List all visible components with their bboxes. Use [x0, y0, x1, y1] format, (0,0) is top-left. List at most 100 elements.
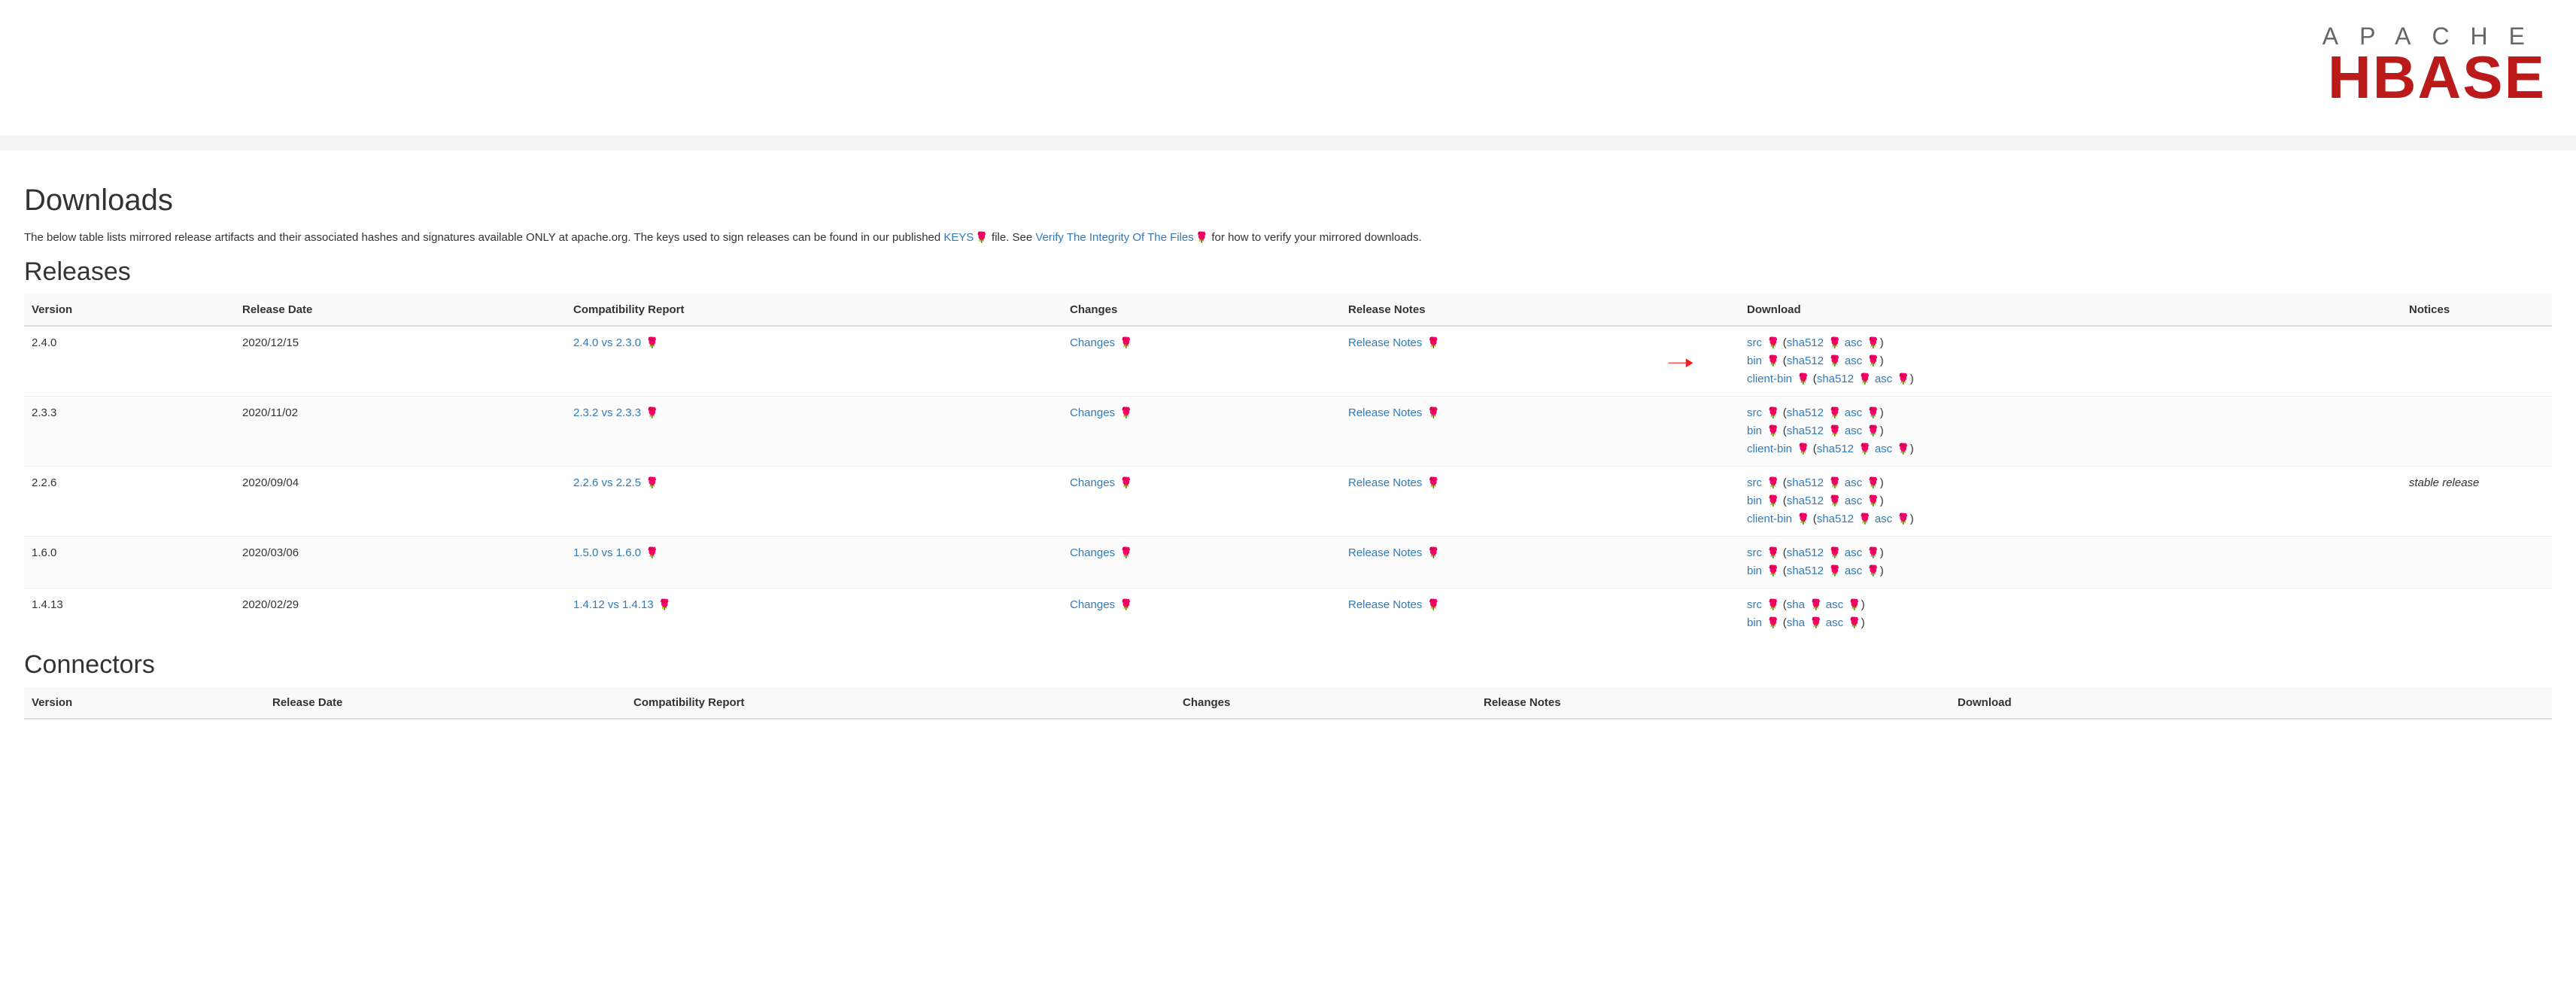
table-header-row: Version Release Date Compatibility Repor… [24, 687, 2552, 719]
rose-icon: 🌹 [1427, 596, 1440, 613]
download-client_bin-link[interactable]: client-bin [1747, 443, 1792, 455]
hash-link[interactable]: sha512 [1787, 494, 1824, 507]
asc-link[interactable]: asc [1845, 476, 1862, 489]
keys-link[interactable]: KEYS [943, 231, 974, 244]
asc-link[interactable]: asc [1875, 443, 1892, 455]
download-client_bin-link[interactable]: client-bin [1747, 513, 1792, 525]
release-notes-link[interactable]: Release Notes [1348, 336, 1422, 349]
asc-link[interactable]: asc [1845, 336, 1862, 349]
asc-link[interactable]: asc [1875, 373, 1892, 385]
cell-changes: Changes 🌹 [1062, 536, 1341, 588]
rose-icon: 🌹 [1828, 492, 1841, 509]
page-title: Downloads [24, 184, 2552, 218]
download-src-link[interactable]: src [1747, 598, 1762, 611]
cell-changes: Changes 🌹 [1062, 326, 1341, 397]
cell-download: src 🌹 (sha 🌹 asc 🌹)bin 🌹 (sha 🌹 asc 🌹) [1739, 588, 2401, 640]
rose-icon: 🌹 [1766, 334, 1779, 351]
rose-icon: 🌹 [1828, 562, 1841, 579]
table-row: 1.6.02020/03/061.5.0 vs 1.6.0 🌹Changes 🌹… [24, 536, 2552, 588]
cell-release-date: 2020/09/04 [235, 466, 566, 536]
asc-link[interactable]: asc [1845, 494, 1862, 507]
col-release-date: Release Date [235, 294, 566, 326]
hash-link[interactable]: sha512 [1787, 406, 1824, 419]
asc-link[interactable]: asc [1826, 616, 1843, 629]
download-line: bin 🌹 (sha512 🌹 asc 🌹) [1747, 422, 2394, 440]
hash-link[interactable]: sha512 [1787, 354, 1824, 367]
release-notes-link[interactable]: Release Notes [1348, 476, 1422, 489]
cell-notes: Release Notes 🌹 [1341, 536, 1739, 588]
download-src-link[interactable]: src [1747, 476, 1762, 489]
cell-version: 2.2.6 [24, 466, 235, 536]
verify-link[interactable]: Verify The Integrity Of The Files [1035, 231, 1193, 244]
rose-icon: 🌹 [1867, 404, 1879, 421]
changes-link[interactable]: Changes [1070, 336, 1115, 349]
download-src-link[interactable]: src [1747, 406, 1762, 419]
compat-link[interactable]: 2.2.6 vs 2.2.5 [573, 476, 641, 489]
download-client_bin-link[interactable]: client-bin [1747, 373, 1792, 385]
download-bin-link[interactable]: bin [1747, 616, 1762, 629]
download-bin-link[interactable]: bin [1747, 354, 1762, 367]
download-line: client-bin 🌹 (sha512 🌹 asc 🌹) [1747, 440, 2394, 458]
rose-icon: 🌹 [1195, 230, 1208, 245]
hash-link[interactable]: sha512 [1817, 513, 1854, 525]
cell-notes: Release Notes 🌹 [1341, 588, 1739, 640]
rose-icon: 🌹 [1427, 474, 1440, 491]
releases-table: Version Release Date Compatibility Repor… [24, 294, 2552, 640]
download-bin-link[interactable]: bin [1747, 564, 1762, 577]
connectors-table: Version Release Date Compatibility Repor… [24, 687, 2552, 720]
hash-link[interactable]: sha512 [1787, 476, 1824, 489]
asc-link[interactable]: asc [1845, 546, 1862, 559]
asc-link[interactable]: asc [1845, 564, 1862, 577]
hash-link[interactable]: sha512 [1787, 564, 1824, 577]
changes-link[interactable]: Changes [1070, 406, 1115, 419]
changes-link[interactable]: Changes [1070, 476, 1115, 489]
asc-link[interactable]: asc [1845, 354, 1862, 367]
col-notes: Release Notes [1476, 687, 1950, 719]
release-notes-link[interactable]: Release Notes [1348, 598, 1422, 611]
rose-icon: 🌹 [1828, 544, 1841, 561]
rose-icon: 🌹 [1867, 422, 1879, 439]
col-version: Version [24, 687, 265, 719]
download-line: bin 🌹 (sha512 🌹 asc 🌹) [1747, 492, 2394, 510]
rose-icon: 🌹 [1766, 474, 1779, 491]
download-src-link[interactable]: src [1747, 546, 1762, 559]
compat-link[interactable]: 1.5.0 vs 1.6.0 [573, 546, 641, 559]
release-notes-link[interactable]: Release Notes [1348, 406, 1422, 419]
hash-link[interactable]: sha512 [1787, 546, 1824, 559]
hash-link[interactable]: sha [1787, 598, 1805, 611]
cell-version: 2.3.3 [24, 396, 235, 466]
changes-link[interactable]: Changes [1070, 598, 1115, 611]
rose-icon: 🌹 [1427, 544, 1440, 561]
compat-link[interactable]: 2.4.0 vs 2.3.0 [573, 336, 641, 349]
rose-icon: 🌹 [646, 334, 658, 351]
cell-download: src 🌹 (sha512 🌹 asc 🌹)➝bin 🌹 (sha512 🌹 a… [1739, 326, 2401, 397]
download-line: client-bin 🌹 (sha512 🌹 asc 🌹) [1747, 510, 2394, 528]
download-bin-link[interactable]: bin [1747, 424, 1762, 437]
col-changes: Changes [1175, 687, 1476, 719]
cell-notices [2401, 536, 2552, 588]
compat-link[interactable]: 2.3.2 vs 2.3.3 [573, 406, 641, 419]
hash-link[interactable]: sha512 [1817, 373, 1854, 385]
compat-link[interactable]: 1.4.12 vs 1.4.13 [573, 598, 654, 611]
connectors-heading: Connectors [24, 650, 2552, 680]
asc-link[interactable]: asc [1845, 406, 1862, 419]
table-row: 2.3.32020/11/02 2.3.2 vs 2.3.3 🌹 Changes 🌹… [24, 396, 2552, 466]
rose-icon: 🌹 [1766, 596, 1779, 613]
hash-link[interactable]: sha512 [1787, 424, 1824, 437]
download-bin-link[interactable]: bin [1747, 494, 1762, 507]
cell-release-date: 2020/12/15 [235, 326, 566, 397]
cell-version: 1.6.0 [24, 536, 235, 588]
release-notes-link[interactable]: Release Notes [1348, 546, 1422, 559]
asc-link[interactable]: asc [1826, 598, 1843, 611]
hash-link[interactable]: sha512 [1817, 443, 1854, 455]
asc-link[interactable]: asc [1845, 424, 1862, 437]
hash-link[interactable]: sha512 [1787, 336, 1824, 349]
download-line: client-bin 🌹 (sha512 🌹 asc 🌹) [1747, 370, 2394, 388]
hash-link[interactable]: sha [1787, 616, 1805, 629]
changes-link[interactable]: Changes [1070, 546, 1115, 559]
download-src-link[interactable]: src [1747, 336, 1762, 349]
asc-link[interactable]: asc [1875, 513, 1892, 525]
download-line: src 🌹 (sha 🌹 asc 🌹) [1747, 596, 2394, 614]
cell-release-date: 2020/11/02 [235, 396, 566, 466]
rose-icon: 🌹 [1867, 334, 1879, 351]
